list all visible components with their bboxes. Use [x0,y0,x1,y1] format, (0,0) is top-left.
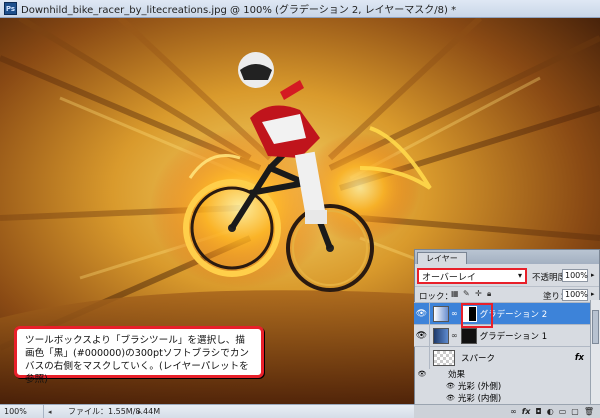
layer-thumbnail[interactable] [433,327,449,344]
layer-thumbnail[interactable] [433,305,449,322]
layers-footer: ∞ fx ◘ ◐ ▭ ▢ 🗑︎ [414,404,600,418]
effect-name: 光彩 (内側) [457,394,502,404]
opacity-input[interactable]: 100% [562,269,588,282]
effects-row[interactable]: 👁︎ 効果 [414,368,590,380]
link-icon[interactable]: ∞ [451,309,458,318]
layer-row-gradient-1[interactable]: 👁︎ ∞ グラデーション 1 [414,324,590,347]
adjustment-layer-icon[interactable]: ◐ [547,407,554,416]
fx-icon[interactable]: fx [522,407,531,416]
visibility-eye-icon[interactable]: 👁︎ [414,302,430,325]
link-layers-icon[interactable]: ∞ [510,407,517,416]
file-info: ファイル：1.55M/8.44M [68,407,161,416]
statusbar: 100% ファイル：1.55M/8.44M ◂ ▸ [0,404,414,418]
visibility-eye-icon[interactable]: 👁︎ [446,382,455,390]
layer-name: グラデーション 1 [479,331,548,342]
blend-row: オーバーレイ ▾ 不透明度： 100% ▸ [415,264,599,286]
layer-row-spark[interactable]: スパーク fx [414,346,590,369]
layers-tabrow: レイヤー [415,250,599,264]
lock-transparency-icon[interactable]: ▦ [451,290,459,298]
lock-label: ロック： [419,292,454,302]
effect-outer-glow[interactable]: 👁︎ 光彩 (外側) [414,380,590,392]
layer-name: スパーク [461,353,496,364]
blend-mode-value: オーバーレイ [422,272,476,283]
status-menu-icon[interactable]: ▸ [138,408,142,416]
window-title: Downhild_bike_racer_by_litecreations.jpg… [21,5,457,16]
trash-icon[interactable]: 🗑︎ [584,407,594,416]
instruction-callout: ツールボックスより「ブラシツール」を選択し、描画色「黒」(#000000)の30… [14,326,264,385]
lock-all-icon[interactable]: 🔒︎ [487,290,495,298]
layers-scrollbar[interactable] [590,300,600,404]
visibility-eye-icon[interactable]: 👁︎ [446,394,455,402]
mask-highlight-box [461,303,493,328]
fill-input[interactable]: 100% [562,289,588,301]
new-layer-icon[interactable]: ▢ [571,407,579,416]
lock-pixels-icon[interactable]: ✎ [463,290,471,298]
visibility-eye-icon[interactable]: 👁︎ [414,324,430,347]
lock-position-icon[interactable]: ✛ [475,290,483,298]
tab-layers[interactable]: レイヤー [417,252,467,264]
link-icon[interactable]: ∞ [451,331,458,340]
layer-thumbnail[interactable] [433,349,455,366]
zoom-level[interactable]: 100% [0,405,44,418]
visibility-eye-icon[interactable] [414,346,430,369]
window-titlebar: Ps Downhild_bike_racer_by_litecreations.… [0,0,600,18]
fill-arrow-icon[interactable]: ▸ [591,290,595,298]
visibility-eye-icon[interactable]: 👁︎ [414,368,430,380]
chevron-down-icon: ▾ [517,271,522,280]
photoshop-icon: Ps [4,2,17,15]
lock-row: ロック： ▦ ✎ ✛ 🔒︎ 塗り： 100% ▸ [415,286,599,302]
effects-label: 効果 [448,370,466,380]
status-arrow-icon[interactable]: ◂ [48,408,52,416]
layer-mask-thumbnail[interactable] [460,327,477,344]
instruction-text: ツールボックスより「ブラシツール」を選択し、描画色「黒」(#000000)の30… [25,335,250,385]
blend-mode-select[interactable]: オーバーレイ ▾ [417,268,527,284]
fx-icon[interactable]: fx [575,353,584,363]
opacity-arrow-icon[interactable]: ▸ [591,271,595,279]
layer-row-gradient-2[interactable]: 👁︎ ∞ グラデーション 2 [414,302,590,325]
new-group-icon[interactable]: ▭ [559,407,567,416]
effect-inner-glow[interactable]: 👁︎ 光彩 (内側) [414,392,590,404]
add-mask-icon[interactable]: ◘ [535,407,541,416]
scrollbar-thumb[interactable] [592,310,599,344]
effect-name: 光彩 (外側) [457,382,502,392]
